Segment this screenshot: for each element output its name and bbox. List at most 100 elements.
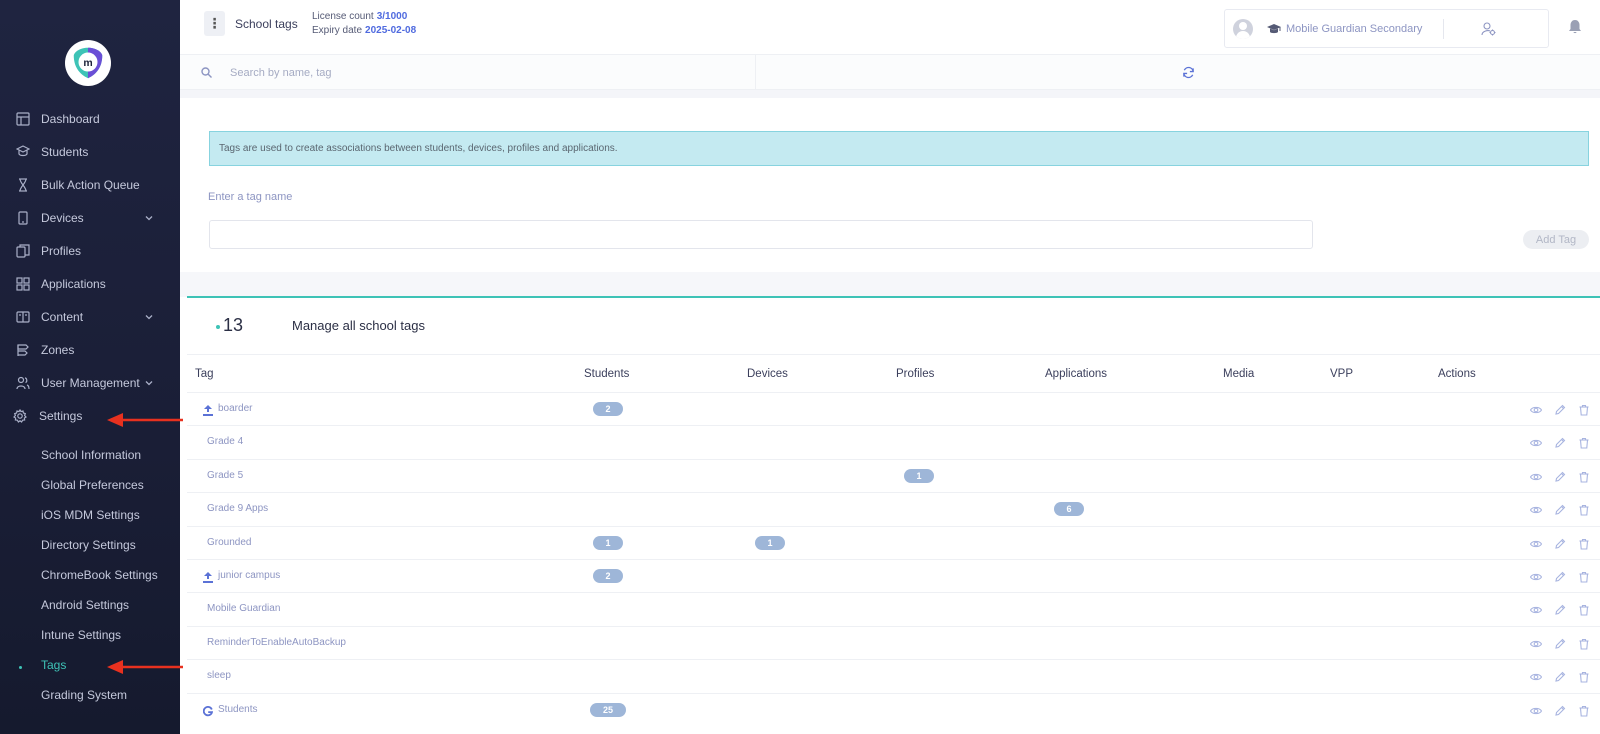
- view-icon[interactable]: [1529, 637, 1543, 649]
- delete-icon[interactable]: [1578, 503, 1590, 516]
- delete-icon[interactable]: [1578, 436, 1590, 449]
- students-count-badge[interactable]: 2: [593, 569, 623, 583]
- expiry-label: Expiry date: [312, 25, 363, 36]
- column-header-media[interactable]: Media: [1223, 368, 1254, 380]
- view-icon[interactable]: [1529, 603, 1543, 615]
- table-row[interactable]: ReminderToEnableAutoBackup: [187, 625, 1600, 659]
- chevron-down-icon: [145, 315, 153, 320]
- nav-profiles[interactable]: Profiles: [0, 237, 180, 265]
- table-row[interactable]: Grounded 1 1: [187, 525, 1600, 559]
- nav-devices[interactable]: Devices: [0, 204, 180, 232]
- nav-students[interactable]: Students: [0, 138, 180, 166]
- view-icon[interactable]: [1529, 436, 1543, 448]
- view-icon[interactable]: [1529, 570, 1543, 582]
- column-header-tag[interactable]: Tag: [195, 368, 214, 380]
- edit-icon[interactable]: [1554, 570, 1566, 582]
- table-row[interactable]: boarder 2: [187, 392, 1600, 425]
- students-count-badge[interactable]: 1: [593, 535, 623, 550]
- tag-name-link[interactable]: sleep: [207, 670, 231, 681]
- delete-icon[interactable]: [1578, 670, 1590, 683]
- subnav-tags[interactable]: Tags: [41, 658, 66, 672]
- view-icon[interactable]: [1529, 704, 1543, 716]
- delete-icon[interactable]: [1578, 704, 1590, 717]
- devices-count-badge[interactable]: 1: [755, 535, 785, 550]
- column-header-profiles[interactable]: Profiles: [896, 368, 934, 380]
- table-row[interactable]: junior campus 2: [187, 559, 1600, 592]
- nav-label: User Management: [41, 376, 140, 390]
- nav-applications[interactable]: Applications: [0, 270, 180, 298]
- profiles-count-badge[interactable]: 1: [904, 468, 934, 483]
- subnav-ios-mdm-settings[interactable]: iOS MDM Settings: [41, 508, 140, 522]
- tag-name-link[interactable]: Students: [218, 704, 257, 715]
- subnav-grading-system[interactable]: Grading System: [41, 688, 127, 702]
- nav-user-management[interactable]: User Management: [0, 369, 180, 397]
- delete-icon[interactable]: [1578, 603, 1590, 616]
- students-count-badge[interactable]: 25: [590, 702, 626, 717]
- tag-name-link[interactable]: Mobile Guardian: [207, 603, 280, 614]
- column-header-devices[interactable]: Devices: [747, 368, 788, 380]
- column-header-students[interactable]: Students: [584, 368, 629, 380]
- table-row[interactable]: Mobile Guardian: [187, 592, 1600, 625]
- table-row[interactable]: Students 25: [187, 692, 1600, 726]
- nav-label: Dashboard: [41, 112, 100, 126]
- delete-icon[interactable]: [1578, 403, 1590, 416]
- edit-icon[interactable]: [1554, 403, 1566, 415]
- view-icon[interactable]: [1529, 670, 1543, 682]
- table-row[interactable]: Grade 9 Apps 6: [187, 492, 1600, 525]
- edit-icon[interactable]: [1554, 637, 1566, 649]
- add-tag-button[interactable]: Add Tag: [1523, 230, 1589, 249]
- tag-name-link[interactable]: boarder: [218, 403, 252, 414]
- subnav-intune-settings[interactable]: Intune Settings: [41, 628, 121, 642]
- tag-count: 13: [223, 315, 244, 335]
- view-icon[interactable]: [1529, 537, 1543, 549]
- avatar[interactable]: [1233, 19, 1253, 39]
- tag-name-link[interactable]: Grade 4: [207, 436, 243, 447]
- tag-name-link[interactable]: Grade 5: [207, 470, 243, 481]
- edit-icon[interactable]: [1554, 470, 1566, 482]
- delete-icon[interactable]: [1578, 470, 1590, 483]
- nav-content[interactable]: Content: [0, 303, 180, 331]
- subnav-global-preferences[interactable]: Global Preferences: [41, 478, 144, 492]
- tag-name-link[interactable]: junior campus: [218, 570, 280, 581]
- subnav-chromebook-settings[interactable]: ChromeBook Settings: [41, 568, 158, 582]
- refresh-icon[interactable]: [1182, 66, 1195, 79]
- nav-label: Applications: [41, 277, 106, 291]
- subnav-directory-settings[interactable]: Directory Settings: [41, 538, 136, 552]
- column-header-vpp[interactable]: VPP: [1330, 368, 1353, 380]
- tag-name-input[interactable]: [209, 220, 1313, 249]
- nav-label: Settings: [39, 409, 83, 423]
- delete-icon[interactable]: [1578, 570, 1590, 583]
- edit-icon[interactable]: [1554, 537, 1566, 549]
- applications-count-badge[interactable]: 6: [1054, 502, 1084, 517]
- edit-icon[interactable]: [1554, 603, 1566, 616]
- user-settings-icon[interactable]: [1481, 21, 1497, 37]
- column-header-applications[interactable]: Applications: [1045, 368, 1107, 380]
- tag-name-link[interactable]: ReminderToEnableAutoBackup: [207, 637, 346, 648]
- subnav-school-information[interactable]: School Information: [41, 448, 141, 462]
- table-row[interactable]: sleep: [187, 659, 1600, 692]
- delete-icon[interactable]: [1578, 537, 1590, 550]
- tag-name-link[interactable]: Grounded: [207, 537, 251, 548]
- user-management-icon: [16, 376, 30, 390]
- view-icon[interactable]: [1529, 403, 1543, 415]
- edit-icon[interactable]: [1554, 670, 1566, 682]
- students-count-badge[interactable]: 2: [593, 402, 623, 416]
- search-input[interactable]: [230, 63, 730, 83]
- edit-icon[interactable]: [1554, 436, 1566, 449]
- school-selector[interactable]: Mobile Guardian Secondary: [1224, 9, 1549, 48]
- more-menu-button[interactable]: ⋮: [204, 11, 225, 36]
- view-icon[interactable]: [1529, 503, 1543, 515]
- table-row[interactable]: Grade 5 1: [187, 458, 1600, 492]
- bell-icon[interactable]: [1567, 19, 1583, 35]
- nav-zones[interactable]: Zones: [0, 336, 180, 364]
- edit-icon[interactable]: [1554, 704, 1566, 716]
- delete-icon[interactable]: [1578, 637, 1590, 650]
- view-icon[interactable]: [1529, 470, 1543, 482]
- edit-icon[interactable]: [1554, 503, 1566, 515]
- subnav-android-settings[interactable]: Android Settings: [41, 598, 129, 612]
- nav-bulk-action-queue[interactable]: Bulk Action Queue: [0, 171, 180, 199]
- nav-dashboard[interactable]: Dashboard: [0, 105, 180, 133]
- mobile-guardian-logo[interactable]: m: [65, 40, 111, 86]
- tag-name-link[interactable]: Grade 9 Apps: [207, 503, 268, 514]
- table-row[interactable]: Grade 4: [187, 425, 1600, 458]
